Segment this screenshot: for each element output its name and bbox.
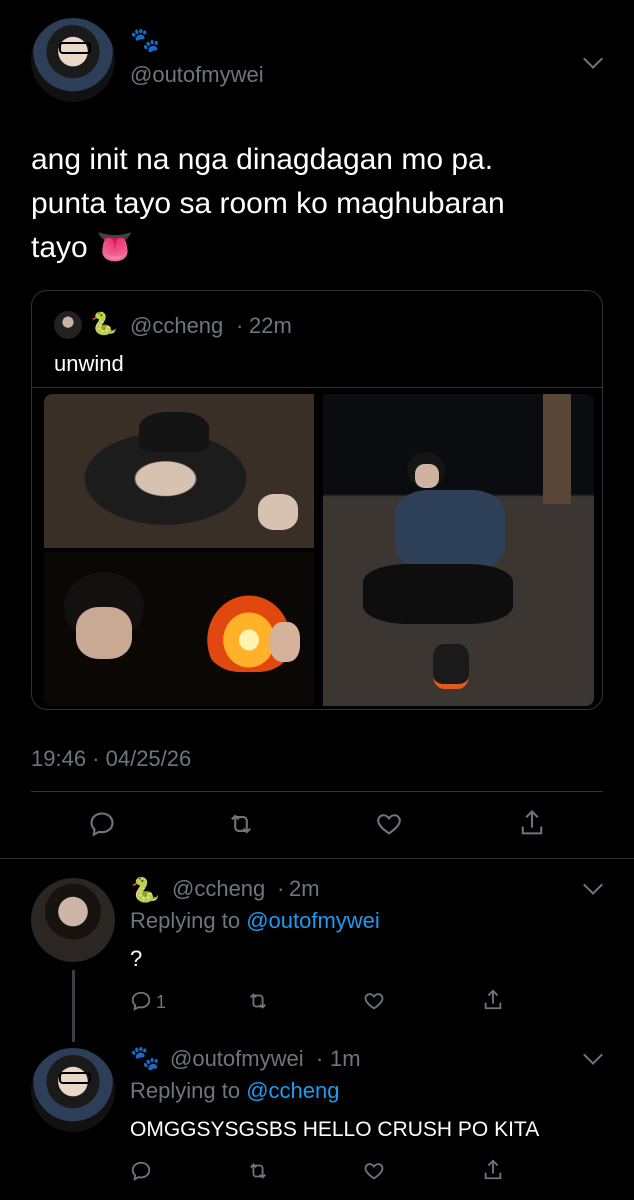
reply1-name-emoji: 🐍 xyxy=(130,877,160,904)
main-author-name-emoji: 🐾 xyxy=(130,27,160,54)
quoted-media-divider xyxy=(32,387,602,388)
main-tweet-line-3-wrap: tayo 👅 xyxy=(31,226,611,270)
main-tweet-timestamp: 19:46 · 04/25/26 xyxy=(31,746,192,771)
reply2-author-avatar[interactable] xyxy=(31,1048,115,1132)
media-photo-top-left[interactable] xyxy=(44,394,314,548)
retweet-icon[interactable] xyxy=(226,810,256,838)
timestamp-divider xyxy=(31,791,603,792)
retweet-icon[interactable] xyxy=(246,1160,270,1182)
reply1-replying-to: Replying to @outofmywei xyxy=(130,908,380,934)
chevron-down-icon[interactable] xyxy=(583,875,603,895)
reply1-dot: · xyxy=(277,876,285,901)
reply1-replying-handle[interactable]: @outofmywei xyxy=(246,908,380,933)
like-icon[interactable] xyxy=(362,990,386,1012)
media-photo-right[interactable] xyxy=(323,394,594,706)
quoted-dot: · xyxy=(236,313,244,338)
share-icon[interactable] xyxy=(518,808,546,838)
reply2-actions-bar xyxy=(0,1156,634,1190)
quoted-author-handle: @ccheng xyxy=(130,313,224,338)
reply1-time: 2m xyxy=(289,876,320,901)
quoted-tweet-text: unwind xyxy=(54,351,124,376)
reply1-replying-prefix: Replying to xyxy=(130,908,247,933)
quoted-tweet-card[interactable]: 🐍 @ccheng · 22m unwind xyxy=(31,290,603,710)
main-tweet-divider xyxy=(0,858,634,859)
reply2-dot: · xyxy=(316,1046,324,1071)
quoted-time: 22m xyxy=(249,313,292,338)
retweet-icon[interactable] xyxy=(246,990,270,1012)
media-photo-bottom-left[interactable] xyxy=(44,552,314,706)
reply1-text: ? xyxy=(130,946,143,971)
reply2-text: OMGGSYSGSBS HELLO CRUSH PO KITA xyxy=(130,1118,540,1141)
main-tweet-line-2: punta tayo sa room ko maghubaran xyxy=(31,187,505,220)
reply2-handle[interactable]: @outofmywei xyxy=(170,1046,304,1072)
main-tweet-line-3: tayo xyxy=(31,231,88,264)
main-actions-bar xyxy=(0,806,634,846)
quoted-author-name-emoji: 🐍 xyxy=(90,311,118,336)
reply-icon[interactable] xyxy=(130,1160,152,1182)
main-tweet-text: ang init na nga dinagdagan mo pa. punta … xyxy=(31,138,611,270)
reply2-name-emoji: 🐾 xyxy=(130,1045,160,1072)
reply2-replying-prefix: Replying to xyxy=(130,1078,247,1103)
reply1-actions-bar: 1 xyxy=(0,986,634,1020)
share-icon[interactable] xyxy=(482,1158,504,1182)
chevron-down-icon[interactable] xyxy=(583,1045,603,1065)
reply2-replying-to: Replying to @ccheng xyxy=(130,1078,339,1104)
like-icon[interactable] xyxy=(374,810,404,838)
chevron-down-icon[interactable] xyxy=(583,49,603,69)
tongue-emoji: 👅 xyxy=(96,231,134,264)
main-author-handle[interactable]: @outofmywei xyxy=(130,62,264,88)
like-icon[interactable] xyxy=(362,1160,386,1182)
main-author-avatar[interactable] xyxy=(31,18,115,102)
reply-icon[interactable] xyxy=(88,810,116,838)
reply1-reply-count: 1 xyxy=(156,992,167,1012)
reply1-handle[interactable]: @ccheng xyxy=(172,876,265,902)
main-tweet-line-1: ang init na nga dinagdagan mo pa. xyxy=(31,143,494,176)
reply1-author-avatar[interactable] xyxy=(31,878,115,962)
reply-icon[interactable] xyxy=(130,990,152,1012)
share-icon[interactable] xyxy=(482,988,504,1012)
reply2-replying-handle[interactable]: @ccheng xyxy=(246,1078,339,1103)
reply2-time: 1m xyxy=(330,1046,361,1071)
quoted-author-avatar xyxy=(54,311,82,339)
